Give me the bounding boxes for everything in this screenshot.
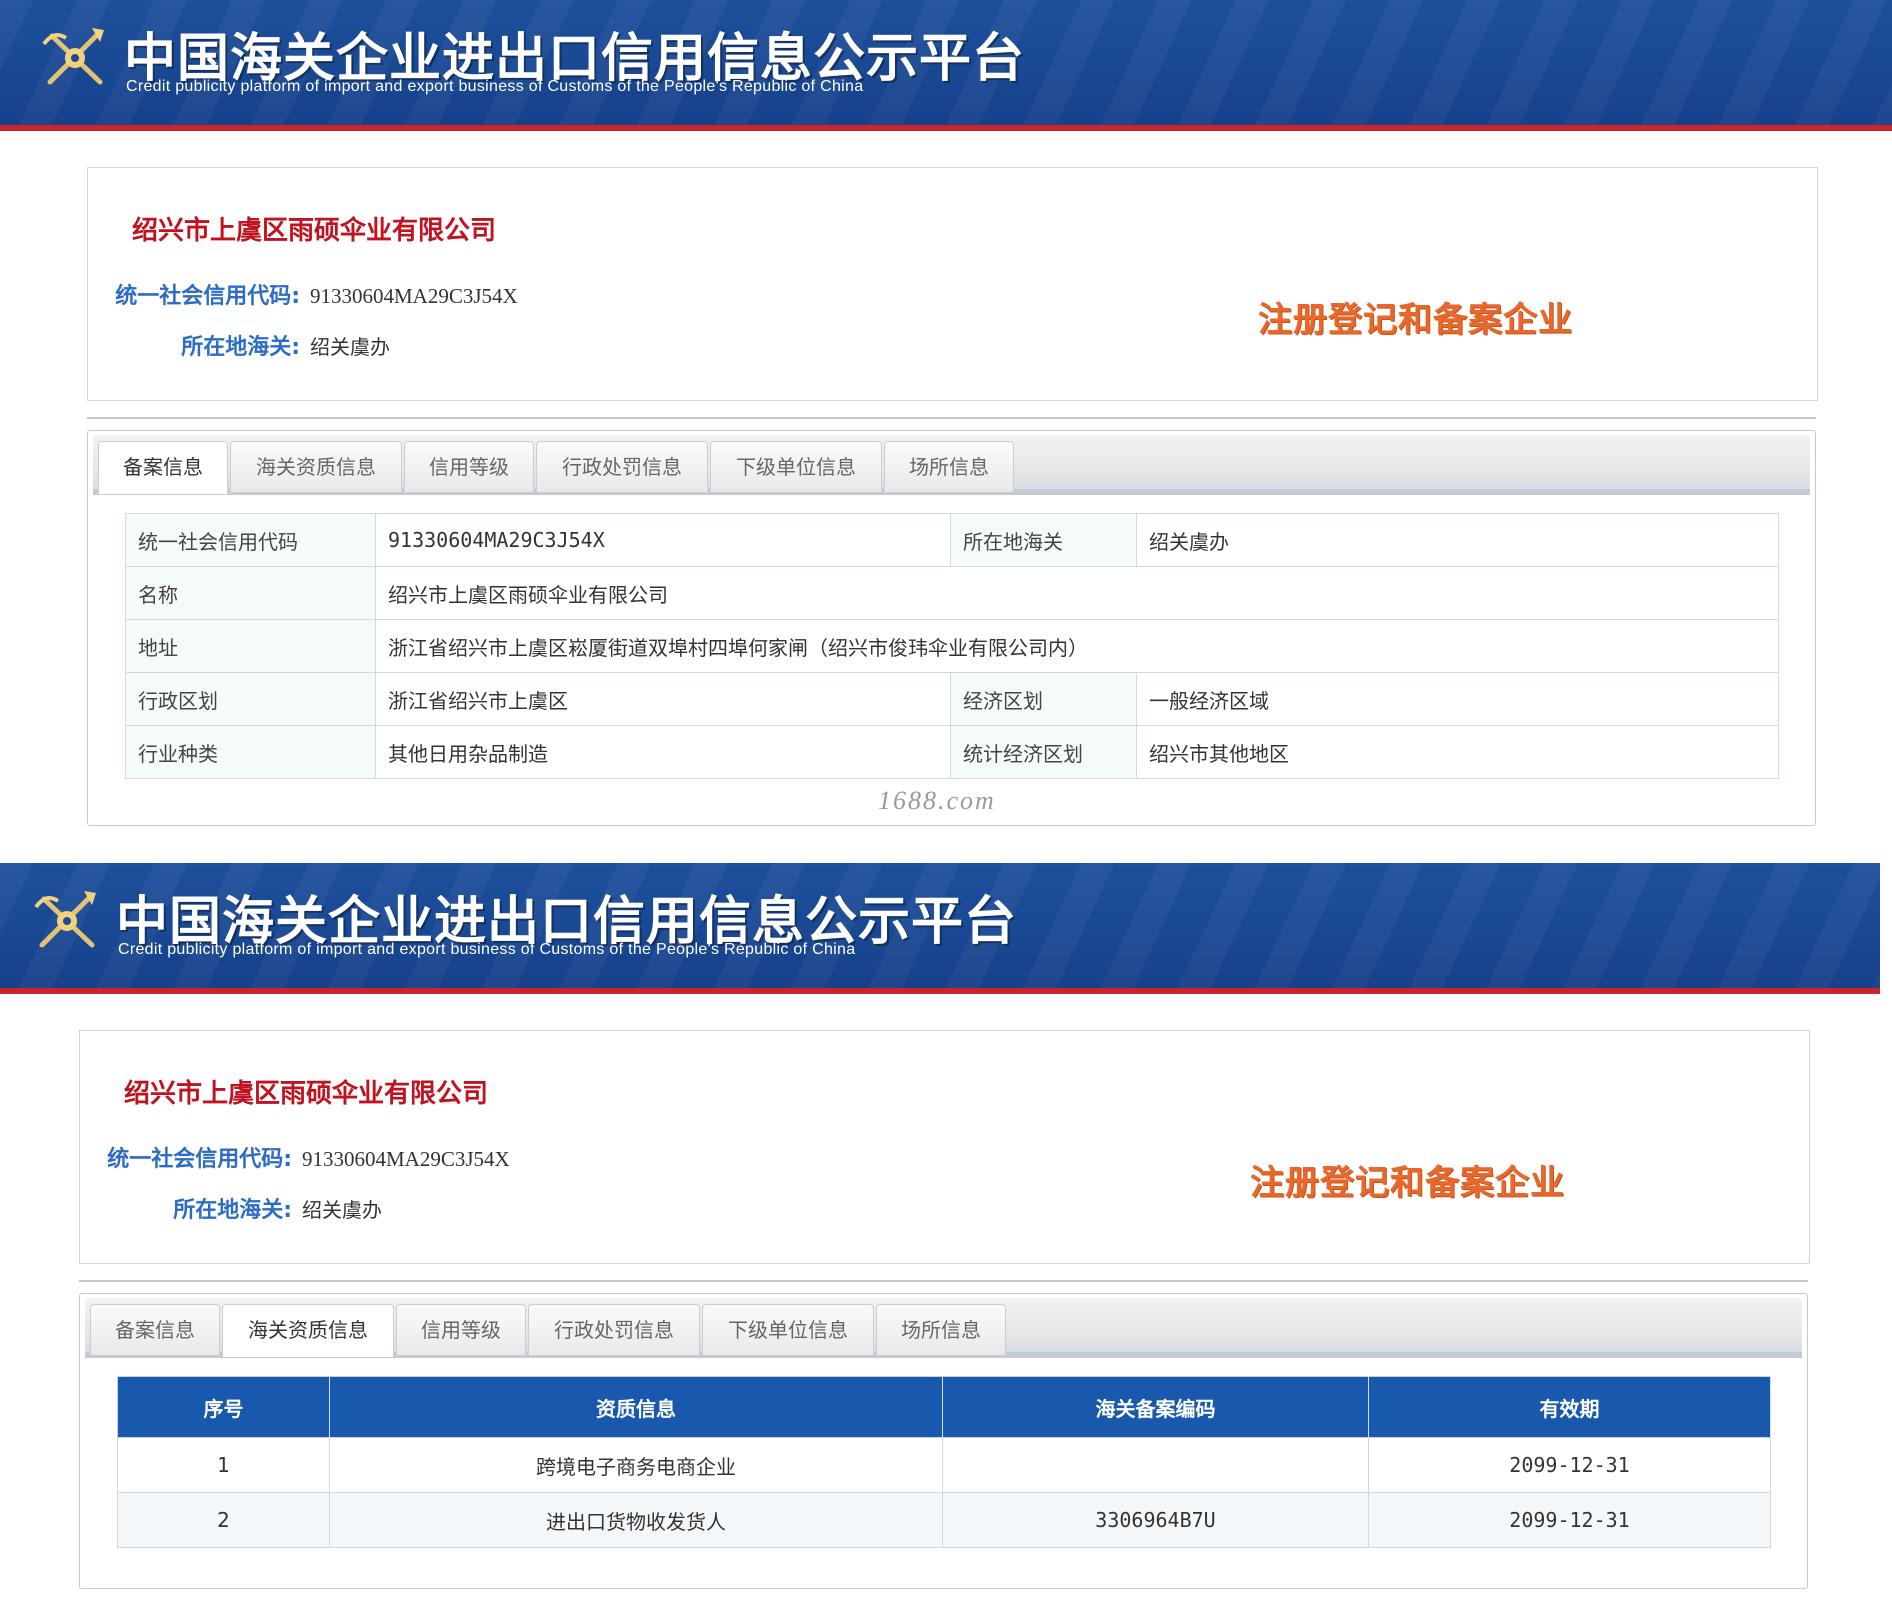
tab-record-info[interactable]: 备案信息 (98, 441, 228, 494)
site-subtitle: Credit publicity platform of import and … (118, 941, 856, 958)
customs-cell-label: 所在地海关 (950, 513, 1137, 567)
qualification-table: 序号 资质信息 海关备案编码 有效期 1 跨境电子商务电商企业 2099-12-… (117, 1376, 1771, 1548)
economic-region-cell-value: 一般经济区域 (1136, 672, 1779, 726)
table-row: 2 进出口货物收发货人 3306964B7U 2099-12-31 (117, 1492, 1771, 1548)
site-banner: 中国海关企业进出口信用信息公示平台 Credit publicity platf… (0, 0, 1892, 131)
economic-region-cell-label: 经济区划 (950, 672, 1137, 726)
tab-subordinate-units[interactable]: 下级单位信息 (702, 1304, 874, 1355)
row-seq: 1 (117, 1437, 330, 1493)
credit-code-value: 91330604MA29C3J54X (302, 1147, 510, 1171)
site-subtitle: Credit publicity platform of import and … (126, 78, 864, 95)
watermark: 1688.com (878, 786, 996, 815)
tab-subordinate-units[interactable]: 下级单位信息 (710, 441, 882, 492)
company-info-card: 绍兴市上虞区雨硕伞业有限公司 统一社会信用代码: 91330604MA29C3J5… (79, 1030, 1810, 1264)
registration-badge: 注册登记和备案企业 (1258, 300, 1573, 340)
name-cell-value: 绍兴市上虞区雨硕伞业有限公司 (375, 566, 1779, 620)
credit-code-label: 统一社会信用代码: (107, 1147, 292, 1172)
admin-region-cell-label: 行政区划 (125, 672, 376, 726)
panel-record-info: 中国海关企业进出口信用信息公示平台 Credit publicity platf… (0, 0, 1892, 840)
stat-region-cell-label: 统计经济区划 (950, 725, 1137, 779)
panel-customs-qualification: 中国海关企业进出口信用信息公示平台 Credit publicity platf… (0, 863, 1892, 1604)
customs-value: 绍关虞办 (310, 335, 390, 359)
tab-card: 备案信息 海关资质信息 信用等级 行政处罚信息 下级单位信息 场所信息 序号 资… (79, 1293, 1808, 1589)
table-header-row: 序号 资质信息 海关备案编码 有效期 (117, 1376, 1771, 1438)
credit-code-cell-label: 统一社会信用代码 (125, 513, 376, 567)
header-validity: 有效期 (1368, 1376, 1771, 1438)
credit-code-label: 统一社会信用代码: (115, 284, 300, 309)
table-row: 行业种类 其他日用杂品制造 统计经济区划 绍兴市其他地区 (125, 725, 1779, 779)
industry-cell-label: 行业种类 (125, 725, 376, 779)
tab-administrative-penalty[interactable]: 行政处罚信息 (528, 1304, 700, 1355)
table-row: 行政区划 浙江省绍兴市上虞区 经济区划 一般经济区域 (125, 672, 1779, 726)
tab-premises[interactable]: 场所信息 (884, 441, 1014, 492)
customs-emblem-icon (42, 28, 104, 85)
company-name: 绍兴市上虞区雨硕伞业有限公司 (124, 1079, 489, 1109)
row-seq: 2 (117, 1492, 330, 1548)
separator (79, 1280, 1808, 1282)
tab-customs-qualification[interactable]: 海关资质信息 (230, 441, 402, 492)
address-cell-label: 地址 (125, 619, 376, 673)
customs-label: 所在地海关: (173, 1198, 292, 1223)
site-banner: 中国海关企业进出口信用信息公示平台 Credit publicity platf… (0, 863, 1880, 994)
tab-customs-qualification[interactable]: 海关资质信息 (222, 1304, 394, 1357)
row-qualification: 进出口货物收发货人 (329, 1492, 943, 1548)
industry-cell-value: 其他日用杂品制造 (375, 725, 951, 779)
customs-row: 所在地海关: 绍关虞办 (88, 329, 390, 361)
customs-cell-value: 绍关虞办 (1136, 513, 1779, 567)
row-validity: 2099-12-31 (1368, 1492, 1771, 1548)
tab-record-info[interactable]: 备案信息 (90, 1304, 220, 1355)
admin-region-cell-value: 浙江省绍兴市上虞区 (375, 672, 951, 726)
registration-badge: 注册登记和备案企业 (1250, 1163, 1565, 1203)
address-cell-value: 浙江省绍兴市上虞区崧厦街道双埠村四埠何家闸（绍兴市俊玮伞业有限公司内） (375, 619, 1779, 673)
table-row: 地址 浙江省绍兴市上虞区崧厦街道双埠村四埠何家闸（绍兴市俊玮伞业有限公司内） (125, 619, 1779, 673)
row-validity: 2099-12-31 (1368, 1437, 1771, 1493)
credit-code-row: 统一社会信用代码: 91330604MA29C3J54X (88, 278, 518, 310)
header-seq: 序号 (117, 1376, 330, 1438)
separator (87, 417, 1816, 419)
table-row: 1 跨境电子商务电商企业 2099-12-31 (117, 1437, 1771, 1493)
customs-value: 绍关虞办 (302, 1198, 382, 1222)
credit-code-value: 91330604MA29C3J54X (310, 284, 518, 308)
header-qualification: 资质信息 (329, 1376, 943, 1438)
tab-premises[interactable]: 场所信息 (876, 1304, 1006, 1355)
tab-administrative-penalty[interactable]: 行政处罚信息 (536, 441, 708, 492)
tab-credit-rating[interactable]: 信用等级 (396, 1304, 526, 1355)
credit-code-cell-value: 91330604MA29C3J54X (375, 513, 951, 567)
row-customs-code (942, 1437, 1369, 1493)
company-info-card: 绍兴市上虞区雨硕伞业有限公司 统一社会信用代码: 91330604MA29C3J5… (87, 167, 1818, 401)
row-customs-code: 3306964B7U (942, 1492, 1369, 1548)
tab-card: 备案信息 海关资质信息 信用等级 行政处罚信息 下级单位信息 场所信息 统一社会… (87, 430, 1816, 826)
stat-region-cell-value: 绍兴市其他地区 (1136, 725, 1779, 779)
record-table: 统一社会信用代码 91330604MA29C3J54X 所在地海关 绍关虞办 名… (125, 513, 1779, 779)
header-customs-code: 海关备案编码 (942, 1376, 1369, 1438)
name-cell-label: 名称 (125, 566, 376, 620)
table-row: 名称 绍兴市上虞区雨硕伞业有限公司 (125, 566, 1779, 620)
table-row: 统一社会信用代码 91330604MA29C3J54X 所在地海关 绍关虞办 (125, 513, 1779, 567)
customs-row: 所在地海关: 绍关虞办 (80, 1192, 382, 1224)
row-qualification: 跨境电子商务电商企业 (329, 1437, 943, 1493)
customs-emblem-icon (34, 891, 96, 948)
customs-label: 所在地海关: (181, 335, 300, 360)
credit-code-row: 统一社会信用代码: 91330604MA29C3J54X (80, 1141, 510, 1173)
tab-credit-rating[interactable]: 信用等级 (404, 441, 534, 492)
company-name: 绍兴市上虞区雨硕伞业有限公司 (132, 216, 497, 246)
